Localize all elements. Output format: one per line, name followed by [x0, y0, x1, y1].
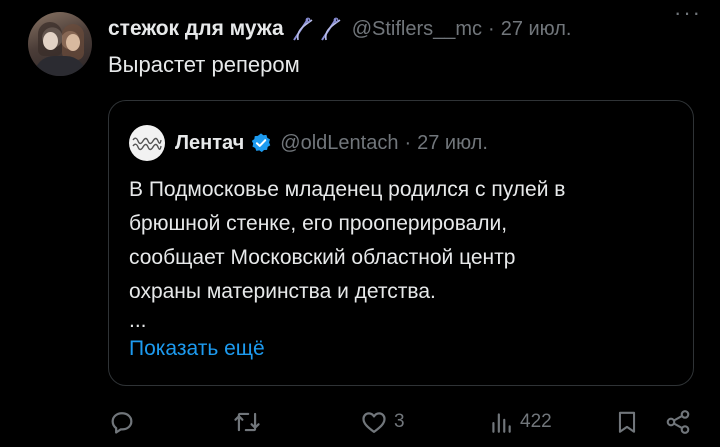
- quoted-avatar[interactable]: [129, 125, 165, 161]
- tweet-date[interactable]: 27 июл.: [501, 18, 572, 41]
- needle-thread-icon: [320, 17, 341, 41]
- quoted-tweet-header: Лентач @oldLentach · 27 июл.: [129, 125, 488, 161]
- retweet-button[interactable]: [232, 408, 268, 436]
- author-name[interactable]: стежок для мужа: [108, 17, 284, 41]
- more-options-button[interactable]: ···: [674, 2, 702, 24]
- verified-badge-icon: [250, 132, 272, 154]
- avatar-detail: [66, 34, 80, 51]
- quoted-tweet-body: В Подмосковье младенец родился с пулей в…: [129, 173, 679, 309]
- heart-icon: [362, 412, 386, 434]
- show-more-link[interactable]: Показать ещё: [129, 337, 265, 361]
- quoted-text-line: охраны материнства и детства.: [129, 280, 436, 303]
- separator-dot: ·: [488, 17, 495, 40]
- quoted-tweet-card[interactable]: Лентач @oldLentach · 27 июл. В Подмосков…: [108, 100, 694, 386]
- share-icon: [666, 410, 690, 434]
- author-handle[interactable]: @Stiflers__mc: [352, 18, 482, 41]
- bookmark-button[interactable]: [614, 408, 640, 436]
- tweet-header: стежок для мужа @Stiflers__mc · 27 июл.: [108, 14, 708, 44]
- quoted-ellipsis: ...: [129, 309, 147, 332]
- like-count: 3: [394, 411, 405, 432]
- like-button[interactable]: 3: [360, 408, 405, 436]
- reply-button[interactable]: [108, 408, 142, 436]
- reply-icon: [111, 412, 133, 434]
- quoted-text-line: брюшной стенке, его прооперировали,: [129, 212, 508, 235]
- views-count: 422: [520, 411, 552, 432]
- views-chart-icon: [492, 413, 511, 433]
- separator-dot: ·: [404, 131, 412, 154]
- quoted-text-line: В Подмосковье младенец родился с пулей в: [129, 178, 566, 201]
- quoted-author-name[interactable]: Лентач: [175, 132, 244, 155]
- quoted-tweet-date[interactable]: 27 июл.: [417, 132, 488, 155]
- action-bar: 3 422: [0, 400, 720, 444]
- views-button[interactable]: 422: [488, 408, 552, 436]
- needle-thread-icon: [292, 17, 313, 41]
- name-decoration: [290, 16, 344, 42]
- bookmark-icon: [618, 411, 636, 433]
- tweet-text: Вырастет репером: [108, 52, 300, 77]
- wave-logo-icon: [132, 137, 162, 151]
- retweet-icon: [234, 412, 260, 432]
- author-avatar[interactable]: [28, 12, 92, 76]
- share-button[interactable]: [664, 408, 692, 436]
- quoted-author-handle[interactable]: @oldLentach: [280, 132, 398, 155]
- quoted-text-line: сообщает Московский областной центр: [129, 246, 516, 269]
- avatar-detail: [43, 32, 58, 50]
